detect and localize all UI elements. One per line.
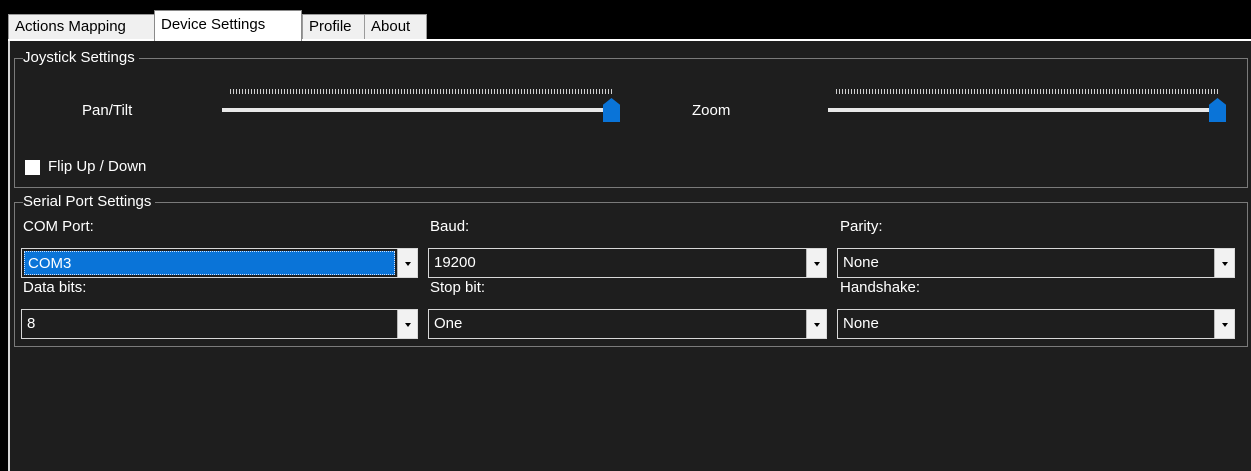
baud-select[interactable]: 19200 — [428, 248, 827, 278]
data-bits-value: 8 — [27, 315, 36, 332]
com-port-value: COM3 — [24, 251, 395, 275]
zoom-label: Zoom — [692, 102, 731, 119]
parity-value: None — [843, 254, 879, 271]
pan-tilt-thumb[interactable] — [603, 98, 620, 122]
zoom-thumb[interactable] — [1209, 98, 1226, 122]
chevron-down-icon[interactable] — [806, 310, 826, 338]
baud-label: Baud: — [430, 218, 470, 235]
flip-up-down-label[interactable]: Flip Up / Down — [48, 158, 146, 176]
parity-select[interactable]: None — [837, 248, 1235, 278]
parity-label: Parity: — [840, 218, 883, 235]
zoom-slider[interactable] — [828, 89, 1226, 122]
com-port-label: COM Port: — [23, 218, 94, 235]
device-settings-panel: Joystick Settings Pan/Tilt Zoom Flip Up … — [8, 41, 1251, 471]
zoom-ticks — [836, 89, 1218, 94]
handshake-value: None — [843, 315, 879, 332]
handshake-label: Handshake: — [840, 279, 921, 296]
flip-up-down-checkbox[interactable] — [25, 160, 40, 175]
tab-bar: Actions Mapping Device Settings Profile … — [8, 8, 1251, 41]
zoom-track — [828, 108, 1226, 112]
baud-value: 19200 — [434, 254, 476, 271]
pan-tilt-label: Pan/Tilt — [82, 102, 133, 119]
chevron-down-icon[interactable] — [397, 310, 417, 338]
joystick-settings-legend: Joystick Settings — [23, 49, 139, 67]
chevron-down-icon[interactable] — [397, 249, 417, 277]
tab-profile[interactable]: Profile — [302, 14, 365, 40]
data-bits-label: Data bits: — [23, 279, 87, 296]
data-bits-select[interactable]: 8 — [21, 309, 418, 339]
stop-bit-value: One — [434, 315, 463, 332]
pan-tilt-track — [222, 108, 620, 112]
pan-tilt-ticks — [230, 89, 612, 94]
chevron-down-icon[interactable] — [1214, 249, 1234, 277]
stop-bit-select[interactable]: One — [428, 309, 827, 339]
serial-port-settings-legend: Serial Port Settings — [23, 193, 156, 211]
handshake-select[interactable]: None — [837, 309, 1235, 339]
serial-port-settings-group: Serial Port Settings COM Port: COM3 Baud… — [14, 193, 1248, 347]
chevron-down-icon[interactable] — [1214, 310, 1234, 338]
joystick-settings-group: Joystick Settings Pan/Tilt Zoom Flip Up … — [14, 49, 1248, 188]
pan-tilt-slider[interactable] — [222, 89, 620, 122]
chevron-down-icon[interactable] — [806, 249, 826, 277]
com-port-select[interactable]: COM3 — [21, 248, 418, 278]
tab-device-settings[interactable]: Device Settings — [154, 10, 302, 41]
tab-about[interactable]: About — [364, 14, 427, 40]
tab-actions-mapping[interactable]: Actions Mapping — [8, 14, 155, 40]
stop-bit-label: Stop bit: — [430, 279, 486, 296]
